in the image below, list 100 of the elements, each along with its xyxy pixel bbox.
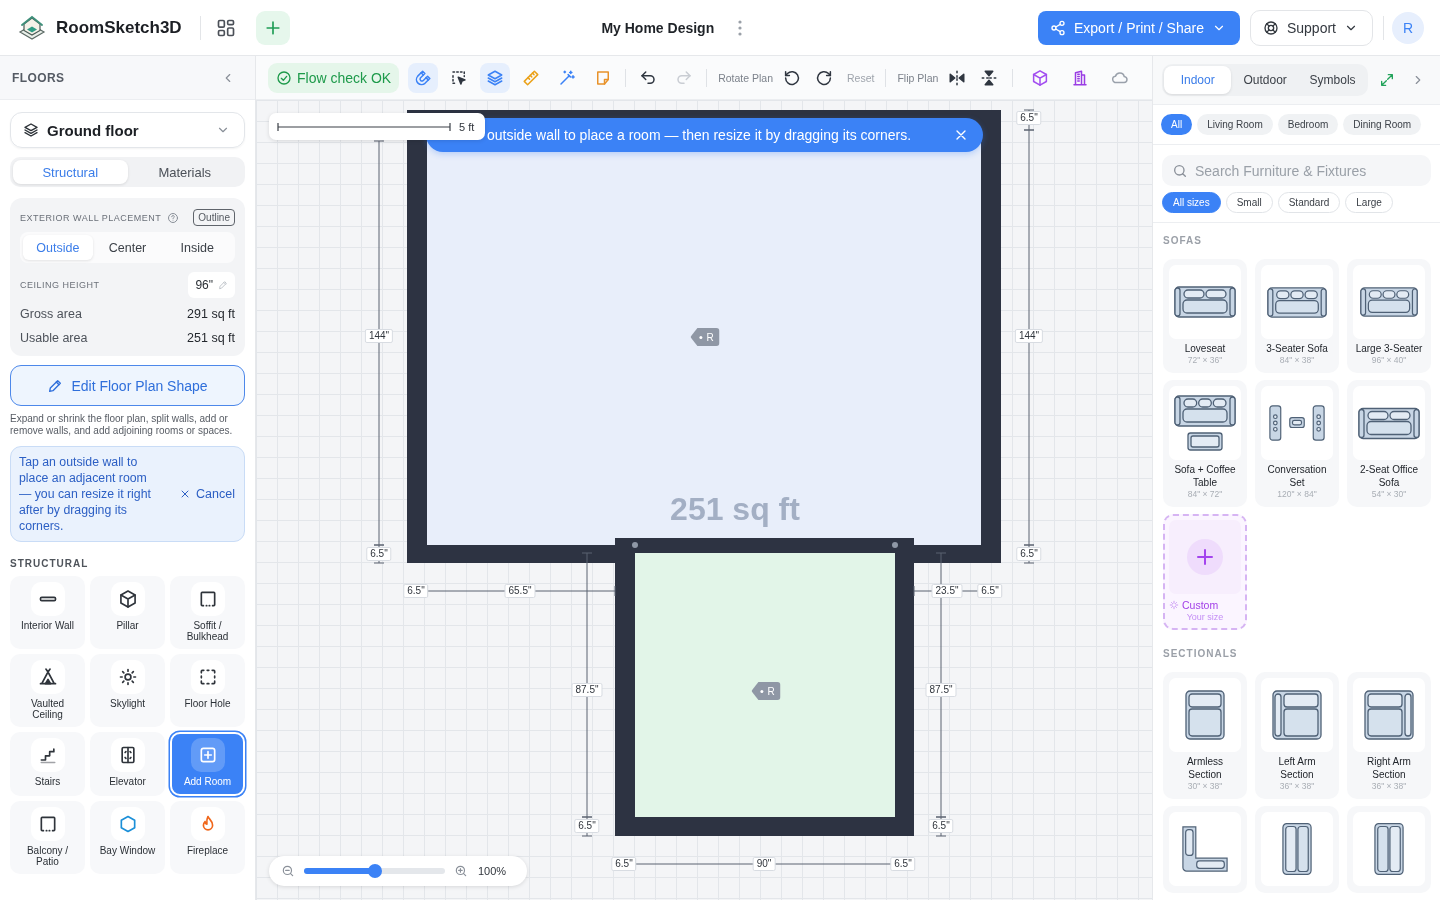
mode-tab[interactable]: Materials	[127, 160, 242, 184]
cancel-button[interactable]: Cancel	[179, 486, 235, 501]
furniture-card[interactable]: Sofa + Coffee Table 84" × 72"	[1163, 380, 1247, 507]
add-button[interactable]	[255, 10, 290, 45]
slider-thumb[interactable]	[367, 864, 382, 878]
dimension-label: 87.5"	[925, 683, 957, 697]
sofa-table-icon	[1174, 395, 1236, 451]
placement-option[interactable]: Inside	[162, 235, 232, 260]
structural-tile[interactable]: Balcony / Patio	[10, 800, 85, 874]
placement-option[interactable]: Center	[92, 235, 163, 260]
furniture-card[interactable]	[1255, 806, 1339, 893]
sun-icon	[110, 659, 145, 694]
section-title: STRUCTURAL	[10, 557, 90, 569]
furniture-card[interactable]: 3-Seater Sofa 84" × 38"	[1255, 259, 1339, 373]
structural-tile[interactable]: Add Room	[170, 731, 245, 796]
structural-tile[interactable]: Fireplace	[170, 800, 245, 874]
library-tab[interactable]: Symbols	[1298, 66, 1367, 94]
chaise-icon	[1374, 822, 1404, 876]
size-chip[interactable]: Small	[1225, 192, 1273, 213]
zoom-in-button[interactable]	[454, 864, 468, 878]
magnet-icon	[414, 68, 433, 87]
sofa-section-icon	[1185, 690, 1225, 740]
category-chip[interactable]: Dining Room	[1343, 114, 1422, 135]
undo-icon	[639, 68, 658, 87]
tag-dot-icon	[760, 689, 764, 693]
zoom-out-button[interactable]	[281, 864, 295, 878]
category-chip[interactable]: Bedroom	[1277, 114, 1339, 135]
ceiling-height-field[interactable]: 96"	[188, 272, 235, 298]
support-button[interactable]: Support	[1249, 9, 1373, 46]
structural-tile[interactable]: Soffit / Bulkhead	[170, 575, 245, 649]
lifebuoy-icon	[1262, 19, 1279, 36]
size-chip[interactable]: Large	[1345, 192, 1393, 213]
size-chip[interactable]: All sizes	[1162, 192, 1221, 213]
furniture-card[interactable]: Left Arm Section 36" × 38"	[1255, 672, 1339, 799]
library-tab[interactable]: Indoor	[1164, 66, 1232, 94]
furniture-name: Left Arm Section	[1277, 755, 1317, 781]
grid-icon	[215, 17, 236, 38]
floor-dropdown[interactable]: Ground floor	[10, 112, 245, 148]
size-chip[interactable]: Standard	[1277, 192, 1341, 213]
help-icon[interactable]	[167, 211, 180, 224]
zoom-out-icon	[281, 864, 295, 878]
furniture-card[interactable]: Conversation Set 120" × 84"	[1255, 380, 1339, 507]
house-logo-icon	[18, 13, 46, 42]
hexagon-icon	[110, 806, 145, 841]
structural-tile[interactable]: Floor Hole	[170, 653, 245, 727]
corner-handle[interactable]	[632, 542, 638, 548]
edit-floor-plan-button[interactable]: Edit Floor Plan Shape	[10, 365, 245, 406]
furniture-name: Large 3-Seater	[1355, 342, 1423, 355]
snap-button[interactable]	[408, 62, 439, 93]
ceiling-height-label: CEILING HEIGHT	[20, 280, 100, 290]
furniture-name: Armless Section	[1185, 755, 1225, 781]
search-field[interactable]: Search Furniture & Fixtures	[1162, 155, 1431, 186]
export-button[interactable]: Export / Print / Share	[1038, 10, 1240, 45]
stat-label: Gross area	[20, 307, 82, 321]
mode-tab[interactable]: Structural	[13, 160, 128, 184]
dimension-label: 6.5"	[977, 584, 1003, 598]
placement-option[interactable]: Outside	[23, 235, 93, 260]
outline-button[interactable]: Outline	[193, 209, 235, 226]
furniture-card[interactable]	[1347, 806, 1431, 893]
sofa-icon	[1267, 286, 1327, 318]
structural-tile[interactable]: Bay Window	[90, 800, 165, 874]
corner-handle[interactable]	[892, 542, 898, 548]
structural-tile[interactable]: Stairs	[10, 731, 85, 796]
plus-circle-icon	[1187, 539, 1223, 575]
layers-button[interactable]	[480, 62, 511, 93]
sparkle-icon	[1169, 600, 1179, 610]
category-chip[interactable]: Living Room	[1197, 114, 1273, 135]
expand-button[interactable]	[1378, 71, 1396, 89]
dimension-label: 6.5"	[574, 819, 600, 833]
dimension-label: 90"	[752, 857, 776, 871]
stat-label: Usable area	[20, 331, 88, 345]
furniture-card[interactable]: 2-Seat Office Sofa 54" × 30"	[1347, 380, 1431, 507]
dimension-label: 6.5"	[366, 547, 392, 561]
floor-plan-canvas[interactable]: R 251 sq ft R 6.5" 144" 144" 6.5" 6.5" 6.5" 65.5" 23.5" 6.5" 87.5" 87.5" 6.5" 6.5" 6.5" 90" 6.5" outside wall to place a room — then resize it by dragging its corners. 5 ft 100%	[256, 100, 1152, 900]
furniture-size: 84" × 38"	[1279, 355, 1315, 366]
furniture-card[interactable]: Right Arm Section 36" × 38"	[1347, 672, 1431, 799]
furniture-card[interactable]: Armless Section 30" × 38"	[1163, 672, 1247, 799]
zoom-in-icon	[454, 864, 468, 878]
furniture-card[interactable]: Large 3-Seater 96" × 40"	[1347, 259, 1431, 373]
dimension-label: 23.5"	[931, 584, 963, 598]
furniture-size: 36" × 38"	[1279, 781, 1315, 792]
scale-label: 5 ft	[459, 120, 475, 133]
structural-tile[interactable]: Elevator	[90, 731, 165, 796]
library-tab[interactable]: Outdoor	[1231, 66, 1299, 94]
structural-tile[interactable]: Skylight	[90, 653, 165, 727]
elevator-icon	[110, 737, 145, 772]
share-icon	[1050, 19, 1066, 36]
sofa-icon	[1357, 287, 1421, 317]
rotate-right-icon	[815, 68, 833, 87]
structural-tile[interactable]: Interior Wall	[10, 575, 85, 649]
more-vertical-icon	[738, 19, 743, 36]
custom-size-card[interactable]: Custom Your size	[1163, 514, 1247, 630]
structural-tile[interactable]: Pillar	[90, 575, 165, 649]
furniture-card[interactable]: Loveseat 72" × 36"	[1163, 259, 1247, 373]
furniture-card[interactable]	[1163, 806, 1247, 893]
structural-tile[interactable]: Vaulted Ceiling	[10, 653, 85, 727]
category-chip[interactable]: All	[1161, 114, 1193, 135]
room-area-label: 251 sq ft	[670, 490, 800, 528]
wall-segment-icon	[30, 581, 65, 616]
rotate-plan-label: Rotate Plan	[718, 71, 773, 84]
